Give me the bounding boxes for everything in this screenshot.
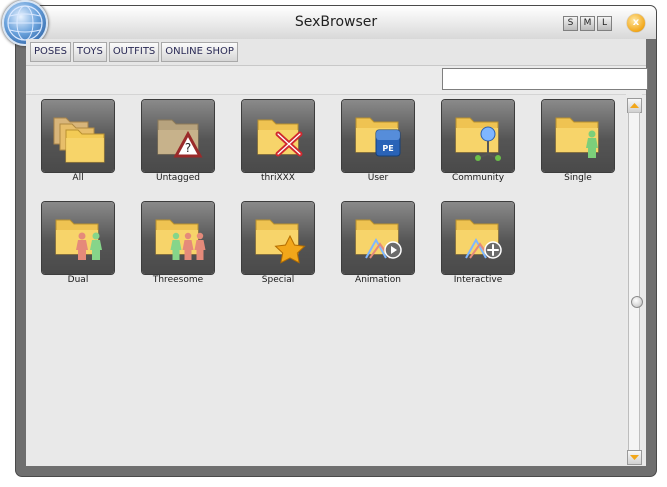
- folder-item-threesome[interactable]: Threesome: [128, 196, 228, 285]
- close-button[interactable]: x: [627, 14, 645, 32]
- folder-item-interactive[interactable]: Interactive: [428, 196, 528, 285]
- thrixxx-logo-icon: [257, 119, 303, 157]
- three-figures-icon: [155, 219, 206, 260]
- plus-icon: [455, 219, 502, 259]
- folder-grid: All ? Untagged thriXXX PE User Community…: [26, 94, 626, 466]
- search-input[interactable]: [442, 68, 648, 90]
- folder-label: Dual: [67, 275, 89, 285]
- single-figure-icon: [555, 117, 599, 158]
- folder-tile[interactable]: [142, 202, 214, 274]
- stacked-folders-icon: [53, 117, 105, 163]
- folder-item-user[interactable]: PE User: [328, 94, 428, 183]
- tab-poses[interactable]: POSES: [30, 42, 71, 62]
- folder-item-dual[interactable]: Dual: [28, 196, 128, 285]
- folder-item-animation[interactable]: Animation: [328, 196, 428, 285]
- folder-label: thriXXX: [261, 173, 295, 183]
- folder-label: Animation: [355, 275, 401, 285]
- folder-tile[interactable]: [442, 100, 514, 172]
- scroll-thumb[interactable]: [631, 296, 643, 308]
- chevron-down-icon: [630, 455, 639, 460]
- scroll-up-button[interactable]: [627, 98, 642, 113]
- content-panel: All ? Untagged thriXXX PE User Community…: [26, 66, 648, 466]
- scroll-down-button[interactable]: [627, 450, 642, 465]
- category-toolbar: POSES TOYS OUTFITS ONLINE SHOP: [26, 39, 646, 66]
- folder-label: Interactive: [453, 275, 503, 285]
- size-medium-button[interactable]: M: [580, 16, 595, 31]
- folder-tile[interactable]: [242, 202, 314, 274]
- folder-tile[interactable]: [442, 202, 514, 274]
- tab-outfits[interactable]: OUTFITS: [108, 42, 160, 62]
- title-bar[interactable]: SexBrowser S M L x: [2, 0, 656, 46]
- size-large-button[interactable]: L: [597, 16, 612, 31]
- vertical-scrollbar[interactable]: [626, 94, 643, 466]
- folder-item-special[interactable]: Special: [228, 196, 328, 285]
- folder-item-untagged[interactable]: ? Untagged: [128, 94, 228, 183]
- window-title: SexBrowser: [294, 14, 378, 30]
- browser-window: SexBrowser S M L x POSES TOYS OUTFITS ON…: [2, 0, 656, 476]
- tab-online-shop[interactable]: ONLINE SHOP: [161, 42, 238, 62]
- chevron-up-icon: [630, 103, 639, 108]
- folder-tile[interactable]: ?: [142, 100, 214, 172]
- dual-figures-icon: [55, 219, 102, 260]
- folder-item-single[interactable]: Single: [528, 94, 628, 183]
- folder-tile[interactable]: [42, 100, 114, 172]
- folder-tile[interactable]: [542, 100, 614, 172]
- pe-badge-icon: PE: [355, 117, 401, 157]
- folder-label: Single: [564, 173, 592, 183]
- folder-item-thrixxx[interactable]: thriXXX: [228, 94, 328, 183]
- folder-tile[interactable]: [242, 100, 314, 172]
- community-network-icon: [455, 117, 501, 161]
- folder-item-community[interactable]: Community: [428, 94, 528, 183]
- star-icon: [255, 219, 306, 264]
- folder-label: User: [367, 173, 389, 183]
- tab-toys[interactable]: TOYS: [72, 42, 107, 62]
- folder-label: Untagged: [155, 173, 200, 183]
- folder-label: Community: [451, 173, 505, 183]
- folder-tile[interactable]: [42, 202, 114, 274]
- question-warning-icon: ?: [157, 119, 203, 158]
- svg-text:PE: PE: [382, 144, 393, 153]
- folder-label: Threesome: [152, 275, 204, 285]
- size-buttons: S M L: [563, 16, 612, 31]
- search-row: [26, 66, 648, 95]
- scroll-track[interactable]: [628, 112, 643, 452]
- folder-tile[interactable]: PE: [342, 100, 414, 172]
- play-icon: [355, 219, 402, 259]
- folder-item-all[interactable]: All: [28, 94, 128, 183]
- size-small-button[interactable]: S: [563, 16, 578, 31]
- folder-tile[interactable]: [342, 202, 414, 274]
- folder-label: Special: [261, 275, 295, 285]
- folder-label: All: [72, 173, 84, 183]
- svg-text:?: ?: [185, 141, 191, 155]
